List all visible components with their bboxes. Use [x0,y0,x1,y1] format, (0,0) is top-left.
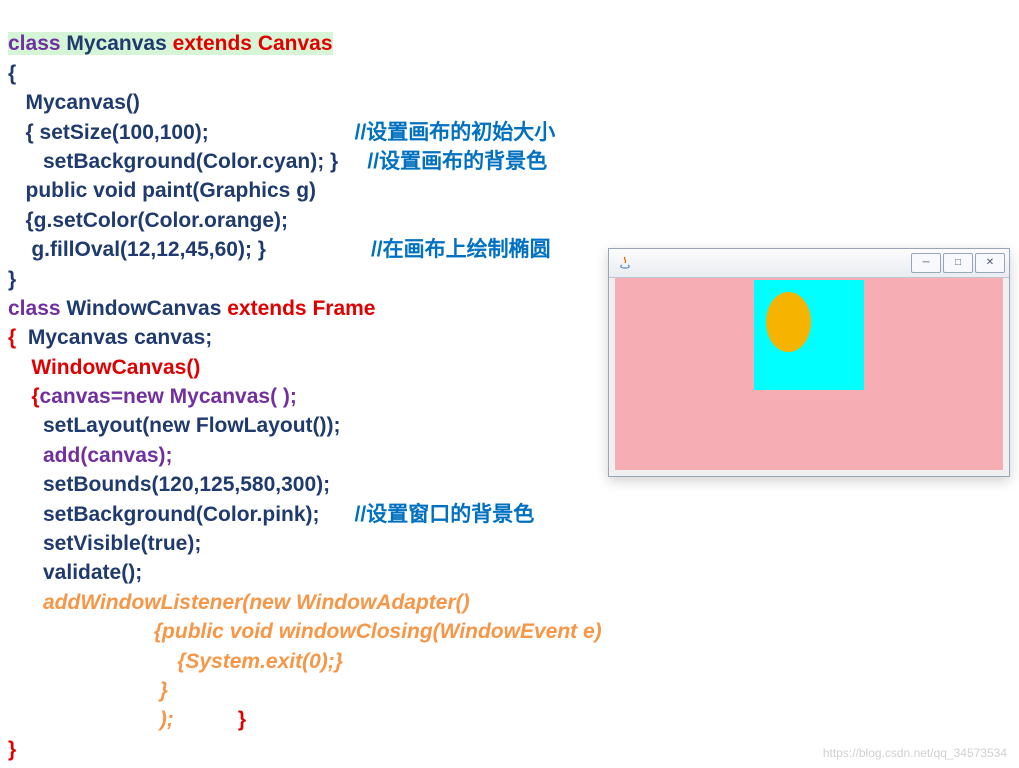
code-line: validate(); [8,561,142,584]
brace: { [8,326,28,349]
code-line: addWindowListener(new WindowAdapter() [8,591,470,614]
keyword-extends: extends [173,32,258,55]
watermark-text: https://blog.csdn.net/qq_34573534 [823,745,1007,762]
code-line: setBackground(Color.cyan); } [8,150,367,173]
classname-frame: Frame [312,297,375,320]
code-line: setBounds(120,125,580,300); [8,473,330,496]
comment: //在画布上绘制椭圆 [371,238,551,261]
classname: WindowCanvas [66,297,227,320]
code-line: {System.exit(0);} [8,650,343,673]
constructor: WindowCanvas() [8,356,200,379]
classname: Mycanvas [66,32,172,55]
java-icon [617,255,633,271]
code-line: { setSize(100,100); [8,121,355,144]
orange-oval [766,292,811,352]
maximize-button[interactable]: □ [943,253,973,273]
java-window: ─ □ ✕ [608,248,1010,477]
stmt: canvas=new Mycanvas( ); [40,385,297,408]
keyword-extends: extends [227,297,312,320]
brace: } [8,268,16,291]
code-line: setVisible(true); [8,532,201,555]
title-bar[interactable]: ─ □ ✕ [609,249,1009,278]
code-line: } [8,679,168,702]
code-line: public void paint(Graphics g) [8,179,316,202]
code-line: ); [8,708,180,731]
minimize-button[interactable]: ─ [911,253,941,273]
field-decl: Mycanvas canvas; [28,326,212,349]
comment: //设置画布的背景色 [367,150,547,173]
canvas-area [754,280,864,390]
classname-canvas: Canvas [258,32,333,55]
window-body [615,278,1003,470]
brace: } [180,708,247,731]
comment: //设置画布的初始大小 [355,121,556,144]
code-line: add(canvas); [8,444,173,467]
code-line: g.fillOval(12,12,45,60); } [8,238,371,261]
keyword-class: class [8,297,66,320]
code-line: setLayout(new FlowLayout()); [8,414,341,437]
close-button[interactable]: ✕ [975,253,1005,273]
code-line: {g.setColor(Color.orange); [8,209,288,232]
constructor: Mycanvas() [8,91,140,114]
code-line: {public void windowClosing(WindowEvent e… [8,620,602,643]
keyword-class: class [8,32,66,55]
code-line: setBackground(Color.pink); [8,503,355,526]
comment: //设置窗口的背景色 [355,503,535,526]
brace: { [8,385,40,408]
brace: } [8,738,16,761]
brace: { [8,62,16,85]
